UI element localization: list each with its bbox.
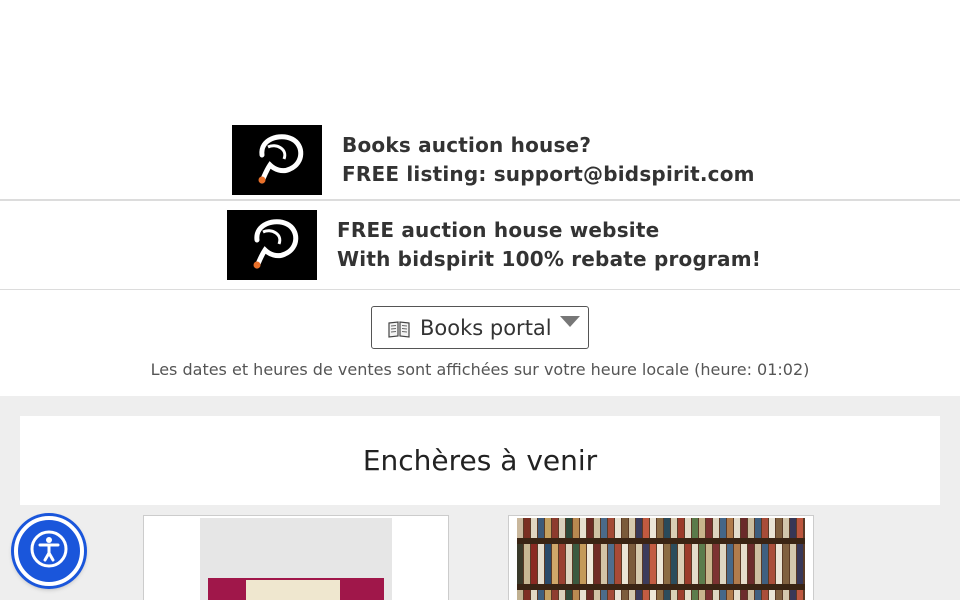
auction-image[interactable] xyxy=(517,518,805,600)
open-book-icon xyxy=(388,319,410,338)
auction-card[interactable] xyxy=(508,515,814,600)
auction-image[interactable] xyxy=(200,518,392,600)
divider xyxy=(0,289,960,290)
books-row xyxy=(517,590,804,600)
auction-card[interactable] xyxy=(143,515,449,600)
section-title-box: Enchères à venir xyxy=(20,416,940,505)
promo-line2: With bidspirit 100% rebate program! xyxy=(337,247,762,271)
promo-text: Books auction house? FREE listing: suppo… xyxy=(342,131,755,189)
bidspirit-logo xyxy=(232,125,322,195)
promo-banner-website[interactable]: FREE auction house website With bidspiri… xyxy=(0,200,960,289)
timezone-note: Les dates et heures de ventes sont affic… xyxy=(150,360,810,379)
books-portal-dropdown[interactable]: Books portal xyxy=(371,306,589,349)
section-title: Enchères à venir xyxy=(362,444,598,477)
promo-line1: FREE auction house website xyxy=(337,218,660,242)
promo-banner-listing[interactable]: Books auction house? FREE listing: suppo… xyxy=(0,121,960,199)
promo-line1: Books auction house? xyxy=(342,133,592,157)
bidspirit-logo xyxy=(227,210,317,280)
books-row xyxy=(517,518,804,538)
promo-line2: FREE listing: support@bidspirit.com xyxy=(342,162,755,186)
books-row xyxy=(517,544,804,584)
book-pages-shape xyxy=(246,580,340,600)
accessibility-person-icon xyxy=(28,528,70,574)
chevron-down-icon xyxy=(560,316,580,327)
promo-text: FREE auction house website With bidspiri… xyxy=(337,216,761,274)
accessibility-button[interactable] xyxy=(14,516,84,586)
books-portal-label: Books portal xyxy=(420,315,552,340)
